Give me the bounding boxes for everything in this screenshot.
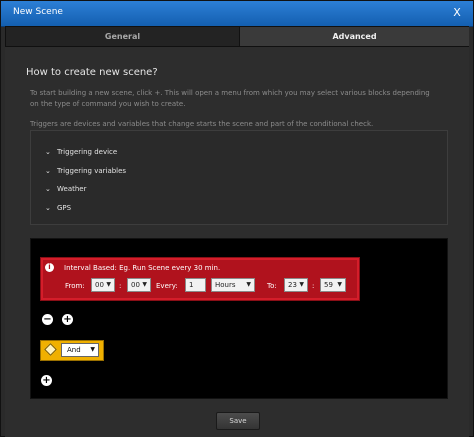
- to-minute-value: 59: [324, 281, 333, 289]
- trigger-list: ⌄ Triggering device ⌄ Triggering variables…: [30, 130, 448, 225]
- from-hour-select[interactable]: 00 ▼: [91, 278, 115, 292]
- dropdown-arrow-icon: ▼: [142, 281, 147, 288]
- help-paragraph: To start building a new scene, click +. …: [30, 89, 430, 108]
- trigger-item-variables[interactable]: ⌄ Triggering variables: [45, 167, 126, 175]
- trigger-item-label: Triggering device: [57, 148, 118, 156]
- chevron-down-icon: ⌄: [45, 185, 51, 193]
- unit-value: Hours: [215, 281, 236, 289]
- to-minute-select[interactable]: 59 ▼: [320, 278, 346, 292]
- scene-window: New Scene X General Advanced How to crea…: [0, 0, 474, 437]
- interval-title: Interval Based: Eg. Run Scene every 30 m…: [64, 264, 221, 272]
- unit-select[interactable]: Hours ▼: [211, 278, 255, 292]
- info-icon: i: [45, 263, 54, 272]
- from-hour-value: 00: [95, 281, 104, 289]
- tab-bar: General Advanced: [5, 26, 469, 47]
- to-colon: :: [312, 282, 315, 290]
- remove-icon[interactable]: −: [42, 314, 53, 325]
- trigger-item-weather[interactable]: ⌄ Weather: [45, 185, 86, 193]
- dropdown-arrow-icon: ▼: [299, 281, 304, 288]
- dropdown-arrow-icon: ▼: [246, 281, 251, 288]
- logic-operator-value: And: [67, 346, 81, 354]
- title-bar: New Scene X: [1, 1, 473, 27]
- help-heading: How to create new scene?: [26, 67, 158, 78]
- to-label: To:: [267, 282, 277, 290]
- trigger-description: Triggers are devices and variables that …: [30, 120, 374, 128]
- to-hour-select[interactable]: 23 ▼: [284, 278, 308, 292]
- from-minute-select[interactable]: 00 ▼: [127, 278, 151, 292]
- from-colon: :: [119, 282, 122, 290]
- chevron-down-icon: ⌄: [45, 204, 51, 212]
- from-minute-value: 00: [131, 281, 140, 289]
- logic-operator-select[interactable]: And ▼: [61, 343, 99, 357]
- save-button[interactable]: Save: [216, 412, 260, 430]
- from-label: From:: [65, 282, 85, 290]
- tab-general[interactable]: General: [6, 27, 239, 46]
- every-label: Every:: [156, 282, 178, 290]
- window-title: New Scene: [13, 7, 63, 17]
- trigger-item-label: Triggering variables: [57, 167, 127, 175]
- to-hour-value: 23: [288, 281, 297, 289]
- chevron-down-icon: ⌄: [45, 148, 51, 156]
- chevron-down-icon: ⌄: [45, 167, 51, 175]
- dropdown-arrow-icon: ▼: [106, 281, 111, 288]
- close-icon[interactable]: X: [447, 3, 467, 23]
- add-icon[interactable]: +: [62, 314, 73, 325]
- dropdown-arrow-icon: ▼: [90, 346, 95, 353]
- trigger-item-device[interactable]: ⌄ Triggering device: [45, 148, 117, 156]
- trigger-item-label: GPS: [57, 204, 72, 212]
- every-input[interactable]: 1: [185, 278, 206, 292]
- trigger-item-gps[interactable]: ⌄ GPS: [45, 204, 71, 212]
- trigger-item-label: Weather: [57, 185, 87, 193]
- dropdown-arrow-icon: ▼: [337, 281, 342, 288]
- add-block-icon[interactable]: +: [41, 375, 52, 386]
- tab-advanced[interactable]: Advanced: [239, 27, 469, 46]
